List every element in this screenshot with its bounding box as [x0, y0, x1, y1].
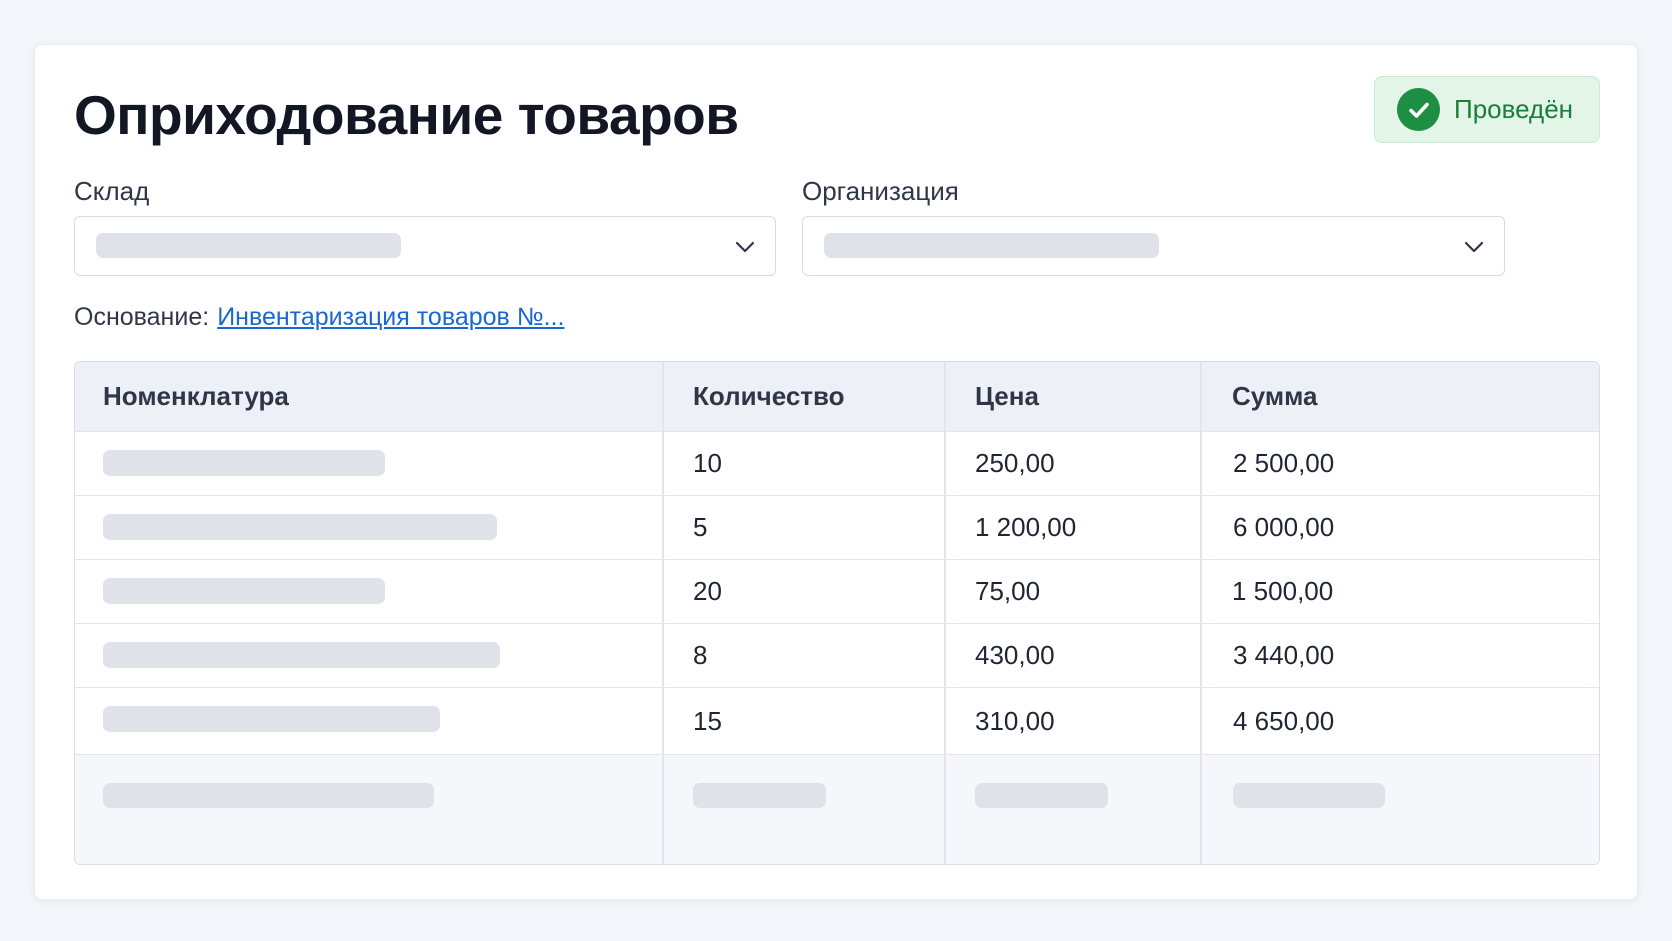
- table-row[interactable]: 20 75,00 1 500,00: [75, 560, 1599, 624]
- quantity-cell: 5: [693, 512, 708, 542]
- total-label-placeholder: [103, 783, 434, 808]
- item-name-placeholder: [103, 514, 497, 540]
- table-row[interactable]: 8 430,00 3 440,00: [75, 624, 1599, 688]
- table-header-row: Номенклатура Количество Цена Сумма: [75, 362, 1599, 432]
- warehouse-value-placeholder: [96, 233, 401, 258]
- item-name-placeholder: [103, 578, 385, 604]
- sum-cell: 4 650,00: [1233, 705, 1335, 736]
- column-header-quantity[interactable]: Количество: [693, 362, 845, 431]
- basis-label: Основание:: [74, 303, 210, 331]
- price-cell: 1 200,00: [975, 512, 1077, 542]
- check-circle-icon: [1397, 88, 1440, 131]
- page-title: Оприходование товаров: [74, 84, 739, 146]
- table-totals-row: [75, 755, 1599, 864]
- column-header-price[interactable]: Цена: [975, 362, 1039, 431]
- column-divider: [662, 362, 664, 864]
- basis-document-link[interactable]: Инвентаризация товаров №...: [217, 303, 564, 331]
- item-name-placeholder: [103, 642, 500, 668]
- column-header-nomenclature[interactable]: Номенклатура: [103, 362, 289, 431]
- chevron-down-icon[interactable]: [1462, 235, 1486, 259]
- organization-label: Организация: [802, 176, 959, 206]
- sum-cell: 2 500,00: [1233, 448, 1335, 478]
- item-name-placeholder: [103, 706, 440, 732]
- total-price-placeholder: [975, 783, 1108, 808]
- quantity-cell: 10: [693, 448, 722, 478]
- column-divider: [1200, 362, 1202, 864]
- organization-select[interactable]: [802, 216, 1505, 276]
- total-sum-placeholder: [1233, 783, 1385, 808]
- price-cell: 250,00: [975, 448, 1055, 478]
- sum-cell: 3 440,00: [1233, 640, 1335, 670]
- basis-line: Основание: Инвентаризация товаров №...: [74, 300, 564, 334]
- quantity-cell: 20: [693, 576, 722, 606]
- warehouse-select[interactable]: [74, 216, 776, 276]
- goods-table: Номенклатура Количество Цена Сумма 10 25…: [74, 361, 1600, 865]
- column-divider: [944, 362, 946, 864]
- quantity-cell: 15: [693, 705, 722, 736]
- table-row[interactable]: 15 310,00 4 650,00: [75, 688, 1599, 755]
- status-badge: Проведён: [1374, 76, 1600, 143]
- chevron-down-icon[interactable]: [733, 235, 757, 259]
- sum-cell: 1 500,00: [1232, 576, 1334, 606]
- price-cell: 310,00: [975, 705, 1055, 736]
- warehouse-label: Склад: [74, 176, 150, 206]
- price-cell: 430,00: [975, 640, 1055, 670]
- item-name-placeholder: [103, 450, 385, 476]
- total-quantity-placeholder: [693, 783, 826, 808]
- column-header-sum[interactable]: Сумма: [1232, 362, 1317, 431]
- sum-cell: 6 000,00: [1233, 512, 1335, 542]
- status-text: Проведён: [1454, 94, 1574, 124]
- organization-value-placeholder: [824, 233, 1159, 258]
- price-cell: 75,00: [975, 576, 1041, 606]
- document-card: Оприходование товаров Проведён Склад Орг…: [34, 44, 1638, 900]
- quantity-cell: 8: [693, 640, 708, 670]
- table-row[interactable]: 10 250,00 2 500,00: [75, 432, 1599, 496]
- table-row[interactable]: 5 1 200,00 6 000,00: [75, 496, 1599, 560]
